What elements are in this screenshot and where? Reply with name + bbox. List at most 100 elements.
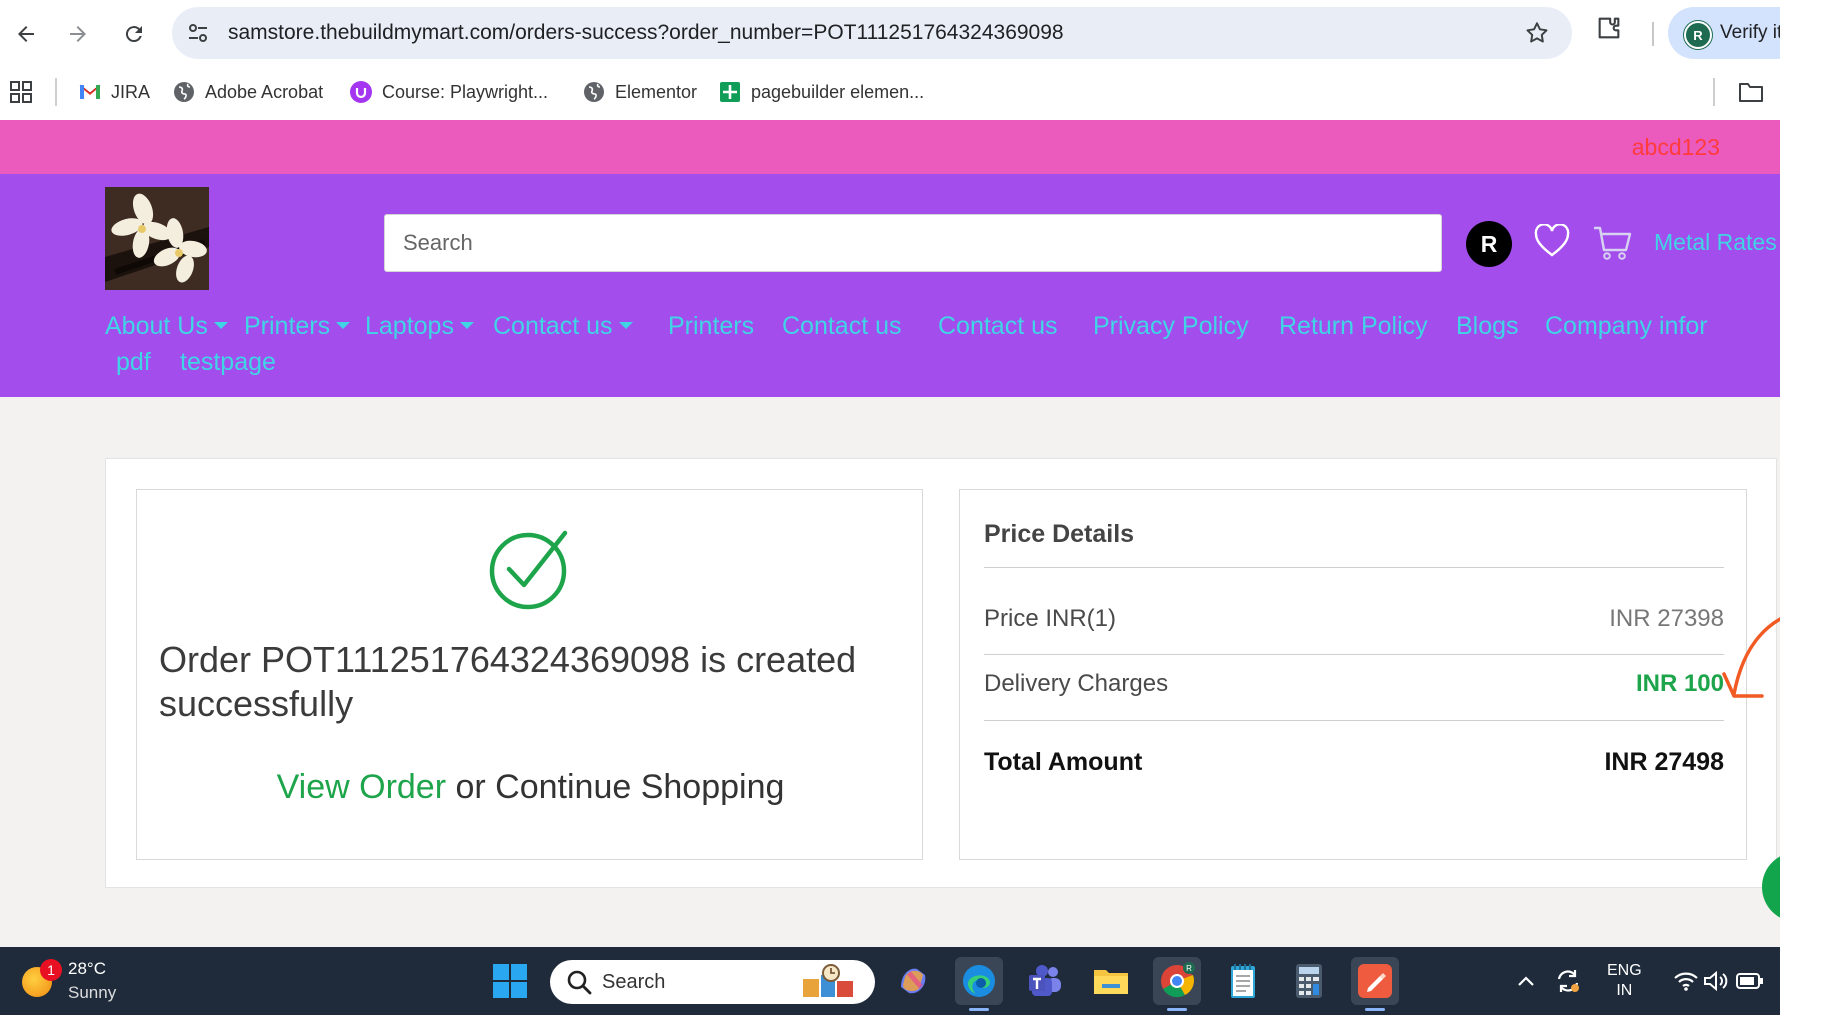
- calculator-icon[interactable]: [1285, 957, 1333, 1005]
- check-circle-icon: [489, 525, 569, 615]
- menu-printers-dropdown[interactable]: Printers: [244, 312, 351, 341]
- reload-icon: [125, 26, 142, 43]
- heart-icon[interactable]: [1534, 223, 1570, 263]
- sheets-plus-icon: [718, 80, 742, 104]
- site-logo[interactable]: [105, 187, 209, 290]
- weather-temp: 28°C: [68, 959, 106, 978]
- arrow-left-icon: [18, 26, 34, 42]
- menu-contact-us-dropdown[interactable]: Contact us: [493, 312, 633, 341]
- screen: samstore.thebuildmymart.com/orders-succe…: [0, 0, 1780, 1015]
- active-indicator: [969, 1008, 989, 1011]
- url-text[interactable]: samstore.thebuildmymart.com/orders-succe…: [228, 21, 1064, 45]
- menu-testpage[interactable]: testpage: [180, 348, 276, 377]
- menu-pdf[interactable]: pdf: [116, 348, 151, 377]
- menu-laptops[interactable]: Laptops: [365, 312, 474, 341]
- taskbar-search-label: Search: [602, 971, 666, 993]
- menu-label: Contact us: [493, 312, 613, 340]
- metal-rates-link[interactable]: Metal Rates: [1654, 229, 1777, 256]
- search-icon: [566, 969, 592, 1000]
- bookmark-course-playwright[interactable]: Course: Playwright...: [349, 77, 548, 107]
- menu-privacy-policy[interactable]: Privacy Policy: [1093, 312, 1249, 341]
- bookmark-jira[interactable]: JIRA: [78, 77, 150, 107]
- chevron-up-icon[interactable]: [1502, 957, 1550, 1005]
- menu-contact-us-1[interactable]: Contact us: [782, 312, 902, 341]
- delivery-row: Delivery Charges INR 100: [984, 670, 1724, 698]
- bookmark-label: Adobe Acrobat: [205, 81, 324, 102]
- menu-return-policy[interactable]: Return Policy: [1279, 312, 1428, 341]
- menu-company-info[interactable]: Company infor: [1545, 312, 1708, 341]
- weather-widget[interactable]: 1 28°C Sunny: [22, 959, 152, 1007]
- start-windows-icon[interactable]: [486, 957, 534, 1005]
- notepad-icon[interactable]: [1219, 957, 1267, 1005]
- divider: [984, 720, 1724, 721]
- divider: [984, 654, 1724, 655]
- profile-button[interactable]: R Verify it: [1668, 7, 1780, 59]
- bookmarks-bar: JIRA Adobe Acrobat Course: Playwright...…: [0, 66, 1780, 120]
- price-label: Price INR(1): [984, 605, 1117, 632]
- copilot-icon[interactable]: [889, 957, 937, 1005]
- taskbar-search[interactable]: Search: [550, 960, 875, 1004]
- price-value: INR 27398: [1609, 605, 1724, 632]
- weather-desc: Sunny: [68, 983, 117, 1002]
- caret-down-icon: [618, 322, 633, 329]
- user-name-link[interactable]: abcd123: [1632, 134, 1720, 161]
- teams-icon[interactable]: [1021, 957, 1069, 1005]
- price-row: Price INR(1) INR 27398: [984, 605, 1724, 633]
- address-bar[interactable]: samstore.thebuildmymart.com/orders-succe…: [172, 7, 1572, 59]
- bookmark-adobe-acrobat[interactable]: Adobe Acrobat: [172, 77, 323, 107]
- udemy-icon: [349, 80, 373, 104]
- continue-shopping-link[interactable]: Continue Shopping: [495, 768, 784, 806]
- menu-blogs[interactable]: Blogs: [1456, 312, 1519, 341]
- chrome-icon[interactable]: R: [1153, 957, 1201, 1011]
- globe-icon: [172, 80, 196, 104]
- extensions-puzzle-icon[interactable]: [1595, 14, 1623, 47]
- menu-contact-us-2[interactable]: Contact us: [938, 312, 1058, 341]
- language-code: ENG: [1607, 962, 1642, 979]
- region-code: IN: [1616, 982, 1633, 999]
- menu-label: Printers: [244, 312, 331, 340]
- bookmark-star-icon[interactable]: [1524, 20, 1550, 51]
- bookmark-label: Elementor: [615, 81, 698, 102]
- cart-icon[interactable]: [1592, 224, 1632, 267]
- sync-icon[interactable]: [1544, 957, 1592, 1005]
- menu-label: Laptops: [365, 312, 454, 340]
- globe-icon: [582, 80, 606, 104]
- svg-text:R: R: [1186, 964, 1192, 973]
- bookmark-elementor[interactable]: Elementor: [582, 77, 697, 107]
- forward-button[interactable]: [58, 14, 98, 54]
- search-highlight-icon: [795, 963, 865, 1001]
- bookmark-label: JIRA: [111, 81, 151, 102]
- delivery-label: Delivery Charges: [984, 670, 1169, 697]
- battery-icon[interactable]: [1726, 957, 1774, 1005]
- back-button[interactable]: [6, 14, 46, 54]
- order-success-message: Order POT111251764324369098 is created s…: [159, 639, 857, 724]
- annotation-arrow-icon: [1720, 612, 1780, 717]
- total-row: Total Amount INR 27498: [984, 748, 1724, 777]
- site-header: R Metal Rates About Us Printers Laptops …: [0, 174, 1780, 397]
- site-settings-icon[interactable]: [186, 21, 210, 50]
- delivery-value: INR 100: [1635, 670, 1724, 697]
- gmail-icon: [78, 80, 102, 104]
- bookmark-label: pagebuilder elemen...: [751, 81, 925, 102]
- user-avatar[interactable]: R: [1466, 221, 1512, 267]
- menu-printers[interactable]: Printers: [668, 312, 754, 341]
- flower-logo-icon: [105, 187, 209, 290]
- site-search-box[interactable]: [384, 214, 1442, 272]
- apps-grid-icon[interactable]: [10, 77, 32, 107]
- file-explorer-icon[interactable]: [1087, 957, 1135, 1005]
- active-indicator: [1167, 1008, 1187, 1011]
- edge-icon[interactable]: [955, 957, 1003, 1011]
- bookmarks-divider: [1713, 78, 1715, 106]
- language-indicator[interactable]: ENG IN: [1607, 961, 1642, 1001]
- price-details-title: Price Details: [984, 520, 1135, 548]
- menu-about-us[interactable]: About Us: [105, 312, 228, 341]
- reload-button[interactable]: [114, 14, 154, 54]
- all-bookmarks-folder-icon[interactable]: [1738, 77, 1764, 107]
- pen-app-icon[interactable]: [1351, 957, 1399, 1011]
- site-search-input[interactable]: [385, 215, 1441, 271]
- view-order-link[interactable]: View Order: [277, 768, 446, 806]
- total-value: INR 27498: [1604, 748, 1724, 776]
- bookmark-pagebuilder[interactable]: pagebuilder elemen...: [718, 77, 924, 107]
- bookmarks-divider: [55, 78, 57, 106]
- profile-label: Verify it: [1720, 22, 1780, 43]
